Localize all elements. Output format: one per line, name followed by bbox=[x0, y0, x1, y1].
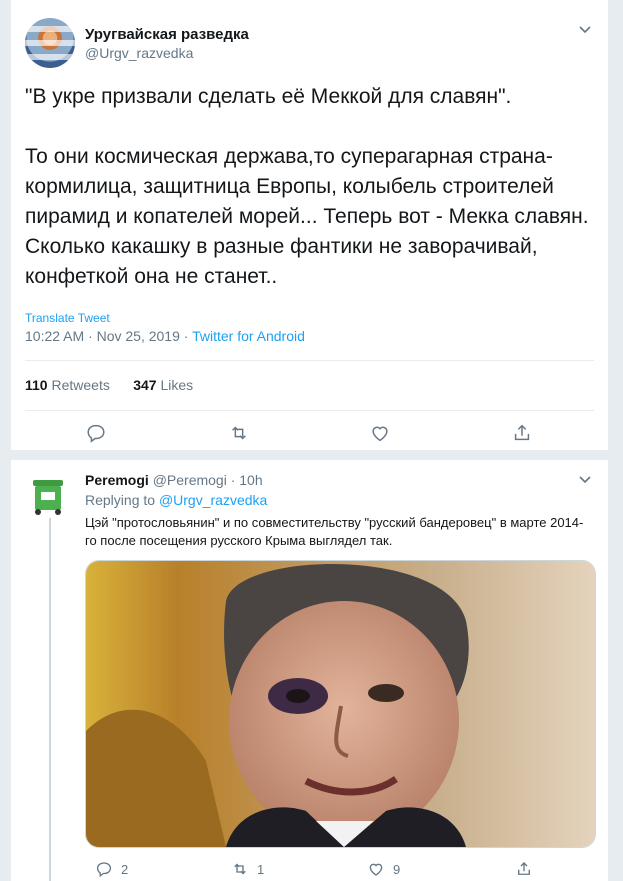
likes-label: Likes bbox=[160, 377, 194, 393]
likes-stat[interactable]: 347 Likes bbox=[133, 377, 193, 393]
trash-bin-icon bbox=[33, 480, 63, 515]
retweet-count: 1 bbox=[257, 861, 265, 877]
tweet-text: "В укре призвали сделать её Меккой для с… bbox=[25, 85, 589, 288]
avatar-flag-stripe bbox=[25, 40, 75, 46]
replying-to-handle[interactable]: @Urgv_razvedka bbox=[159, 492, 267, 508]
reply-author-name[interactable]: Peremogi bbox=[85, 472, 149, 488]
like-icon bbox=[369, 863, 383, 876]
tweet-stats: 110 Retweets 347 Likes bbox=[25, 377, 193, 393]
reply-tweet: Peremogi @Peremogi · 10h Replying to @Ur… bbox=[11, 460, 608, 881]
avatar[interactable] bbox=[25, 18, 75, 68]
tweet-actions bbox=[11, 422, 608, 446]
retweet-button[interactable]: 1 bbox=[231, 860, 264, 878]
thread-line bbox=[49, 516, 51, 881]
photo-image bbox=[86, 561, 595, 847]
reply-icon[interactable] bbox=[85, 422, 109, 446]
chevron-down-icon[interactable] bbox=[578, 22, 592, 38]
share-icon bbox=[518, 862, 530, 875]
chevron-down-icon[interactable] bbox=[578, 472, 592, 488]
reply-count: 2 bbox=[121, 861, 129, 877]
avatar-flag-stripe bbox=[25, 54, 75, 60]
reply-header: Peremogi @Peremogi · 10h bbox=[85, 472, 263, 488]
share-icon[interactable] bbox=[511, 422, 535, 446]
retweet-icon bbox=[234, 863, 246, 875]
avatar[interactable] bbox=[25, 472, 71, 518]
author-name[interactable]: Уругвайская разведка bbox=[85, 26, 249, 43]
like-icon[interactable] bbox=[369, 422, 393, 446]
reply-actions: 2 1 9 bbox=[85, 860, 585, 881]
tweet-source[interactable]: Twitter for Android bbox=[192, 328, 305, 344]
likes-count: 347 bbox=[133, 377, 157, 393]
like-button[interactable]: 9 bbox=[367, 860, 400, 878]
divider bbox=[25, 410, 594, 411]
tweet-meta: 10:22 AM · Nov 25, 2019 · Twitter for An… bbox=[25, 328, 305, 344]
avatar-flag-stripe bbox=[25, 26, 75, 32]
translate-tweet-link[interactable]: Translate Tweet bbox=[25, 311, 110, 325]
timeline-card: Уругвайская разведка @Urgv_razvedka "В у… bbox=[10, 0, 609, 881]
replying-to: Replying to @Urgv_razvedka bbox=[85, 492, 267, 508]
reply-text: Цэй "протословьянин" и по совместительст… bbox=[85, 515, 584, 548]
share-button[interactable] bbox=[515, 860, 533, 878]
retweets-stat[interactable]: 110 Retweets bbox=[25, 377, 110, 393]
attached-photo[interactable] bbox=[85, 560, 596, 848]
reply-button[interactable]: 2 bbox=[95, 860, 128, 878]
divider bbox=[25, 360, 594, 361]
author-handle[interactable]: @Urgv_razvedka bbox=[85, 45, 193, 61]
reply-icon bbox=[96, 862, 112, 878]
main-tweet: Уругвайская разведка @Urgv_razvedka "В у… bbox=[11, 0, 608, 460]
replying-prefix: Replying to bbox=[85, 492, 159, 508]
reply-author-handle[interactable]: @Peremogi · 10h bbox=[153, 472, 263, 488]
like-count: 9 bbox=[393, 861, 401, 877]
retweets-label: Retweets bbox=[51, 377, 110, 393]
retweet-icon[interactable] bbox=[228, 422, 252, 446]
retweets-count: 110 bbox=[25, 377, 48, 393]
tweet-timestamp[interactable]: 10:22 AM · Nov 25, 2019 · bbox=[25, 328, 192, 344]
